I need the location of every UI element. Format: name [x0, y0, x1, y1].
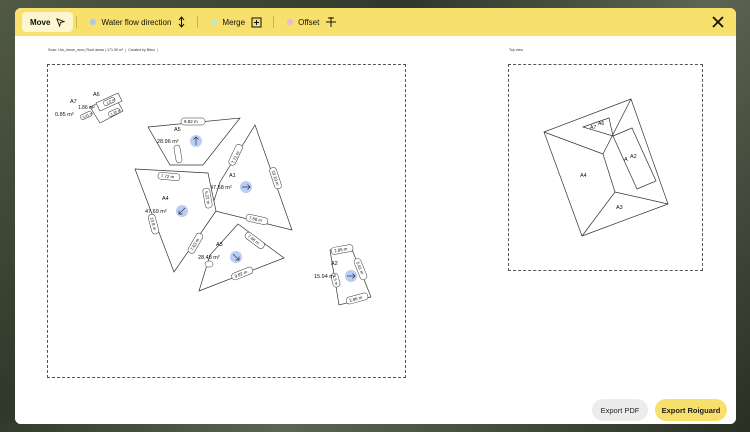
offset-tool[interactable]: Offset	[279, 12, 345, 32]
merge-tool[interactable]: Merge	[203, 12, 270, 32]
a3-label: A3	[216, 242, 223, 248]
roof-plan-canvas[interactable]: A6 A7 0.85 m² 1.86 m² 1.0 m 1.35 m 0.41 …	[47, 64, 406, 378]
toolbar: Move Water flow direction Merge Offset	[15, 8, 736, 36]
move-label: Move	[30, 17, 51, 27]
a5-area: 28.96 m²	[157, 139, 179, 145]
face-a5[interactable]: 9.82 m A5 28.96 m²	[147, 117, 241, 166]
a7-label: A7	[70, 99, 77, 105]
a7-area: 0.85 m²	[55, 112, 74, 118]
roof-export-dialog: Move Water flow direction Merge Offset S…	[15, 8, 736, 424]
face-a3[interactable]: 7.68 m 9.82 m A3 28.48 m²	[198, 223, 285, 292]
divider	[197, 16, 199, 28]
topview-caption: Top view	[509, 48, 523, 52]
divider	[76, 16, 78, 28]
merge-label: Merge	[222, 17, 246, 27]
tv-a6: A6	[598, 121, 604, 127]
a2-area: 15.94 m²	[314, 274, 336, 280]
merge-icon	[251, 17, 262, 28]
a5-label: A5	[174, 127, 181, 133]
a6-label: A6	[93, 92, 100, 98]
dialog-footer: Export PDF Export Roiguard	[15, 393, 736, 424]
tv-a: A	[624, 157, 628, 163]
a4-area: 47.69 m²	[145, 209, 167, 215]
top-view-canvas[interactable]: A7 A6 A2 A A4 A3	[508, 64, 703, 271]
top-view-roof	[543, 98, 669, 237]
tv-a4: A4	[580, 173, 587, 179]
tv-a3: A3	[616, 205, 623, 211]
a1-area: 47.58 m²	[210, 185, 232, 191]
offset-icon	[325, 16, 337, 28]
divider	[273, 16, 275, 28]
water-arrow-icon	[177, 16, 186, 28]
face-a6-a7[interactable]: A6 A7 0.85 m² 1.86 m² 1.0 m 1.35 m 0.41 …	[55, 92, 124, 124]
move-tool[interactable]: Move	[22, 12, 74, 32]
a1-label: A1	[229, 173, 236, 179]
scan-caption: Scan: Urs_drone_new | Roof areas | 171.5…	[48, 48, 158, 52]
close-icon[interactable]	[710, 14, 726, 30]
offset-dot-icon	[287, 19, 294, 25]
small-edge-3: 0.41 m	[82, 111, 93, 119]
export-roiguard-button[interactable]: Export Roiguard	[655, 399, 727, 421]
a2-label: A2	[331, 261, 338, 267]
a4-label: A4	[162, 196, 169, 202]
tv-a7: A7	[590, 125, 596, 131]
a7b-area: 1.86 m²	[78, 105, 95, 111]
a3-area: 28.48 m²	[198, 255, 220, 261]
cursor-icon	[56, 17, 66, 27]
offset-label: Offset	[298, 17, 320, 27]
tv-a2: A2	[630, 154, 637, 160]
water-dot-icon	[90, 19, 97, 25]
face-a2[interactable]: 2.85 m 5.41 m 2.86 m 1.5 m A2 15.94 m²	[314, 244, 372, 306]
merge-dot-icon	[211, 19, 218, 25]
a5-edge1: 9.82 m	[184, 119, 198, 124]
water-label: Water flow direction	[101, 17, 172, 27]
water-flow-tool[interactable]: Water flow direction	[82, 12, 194, 32]
export-pdf-button[interactable]: Export PDF	[592, 399, 648, 421]
